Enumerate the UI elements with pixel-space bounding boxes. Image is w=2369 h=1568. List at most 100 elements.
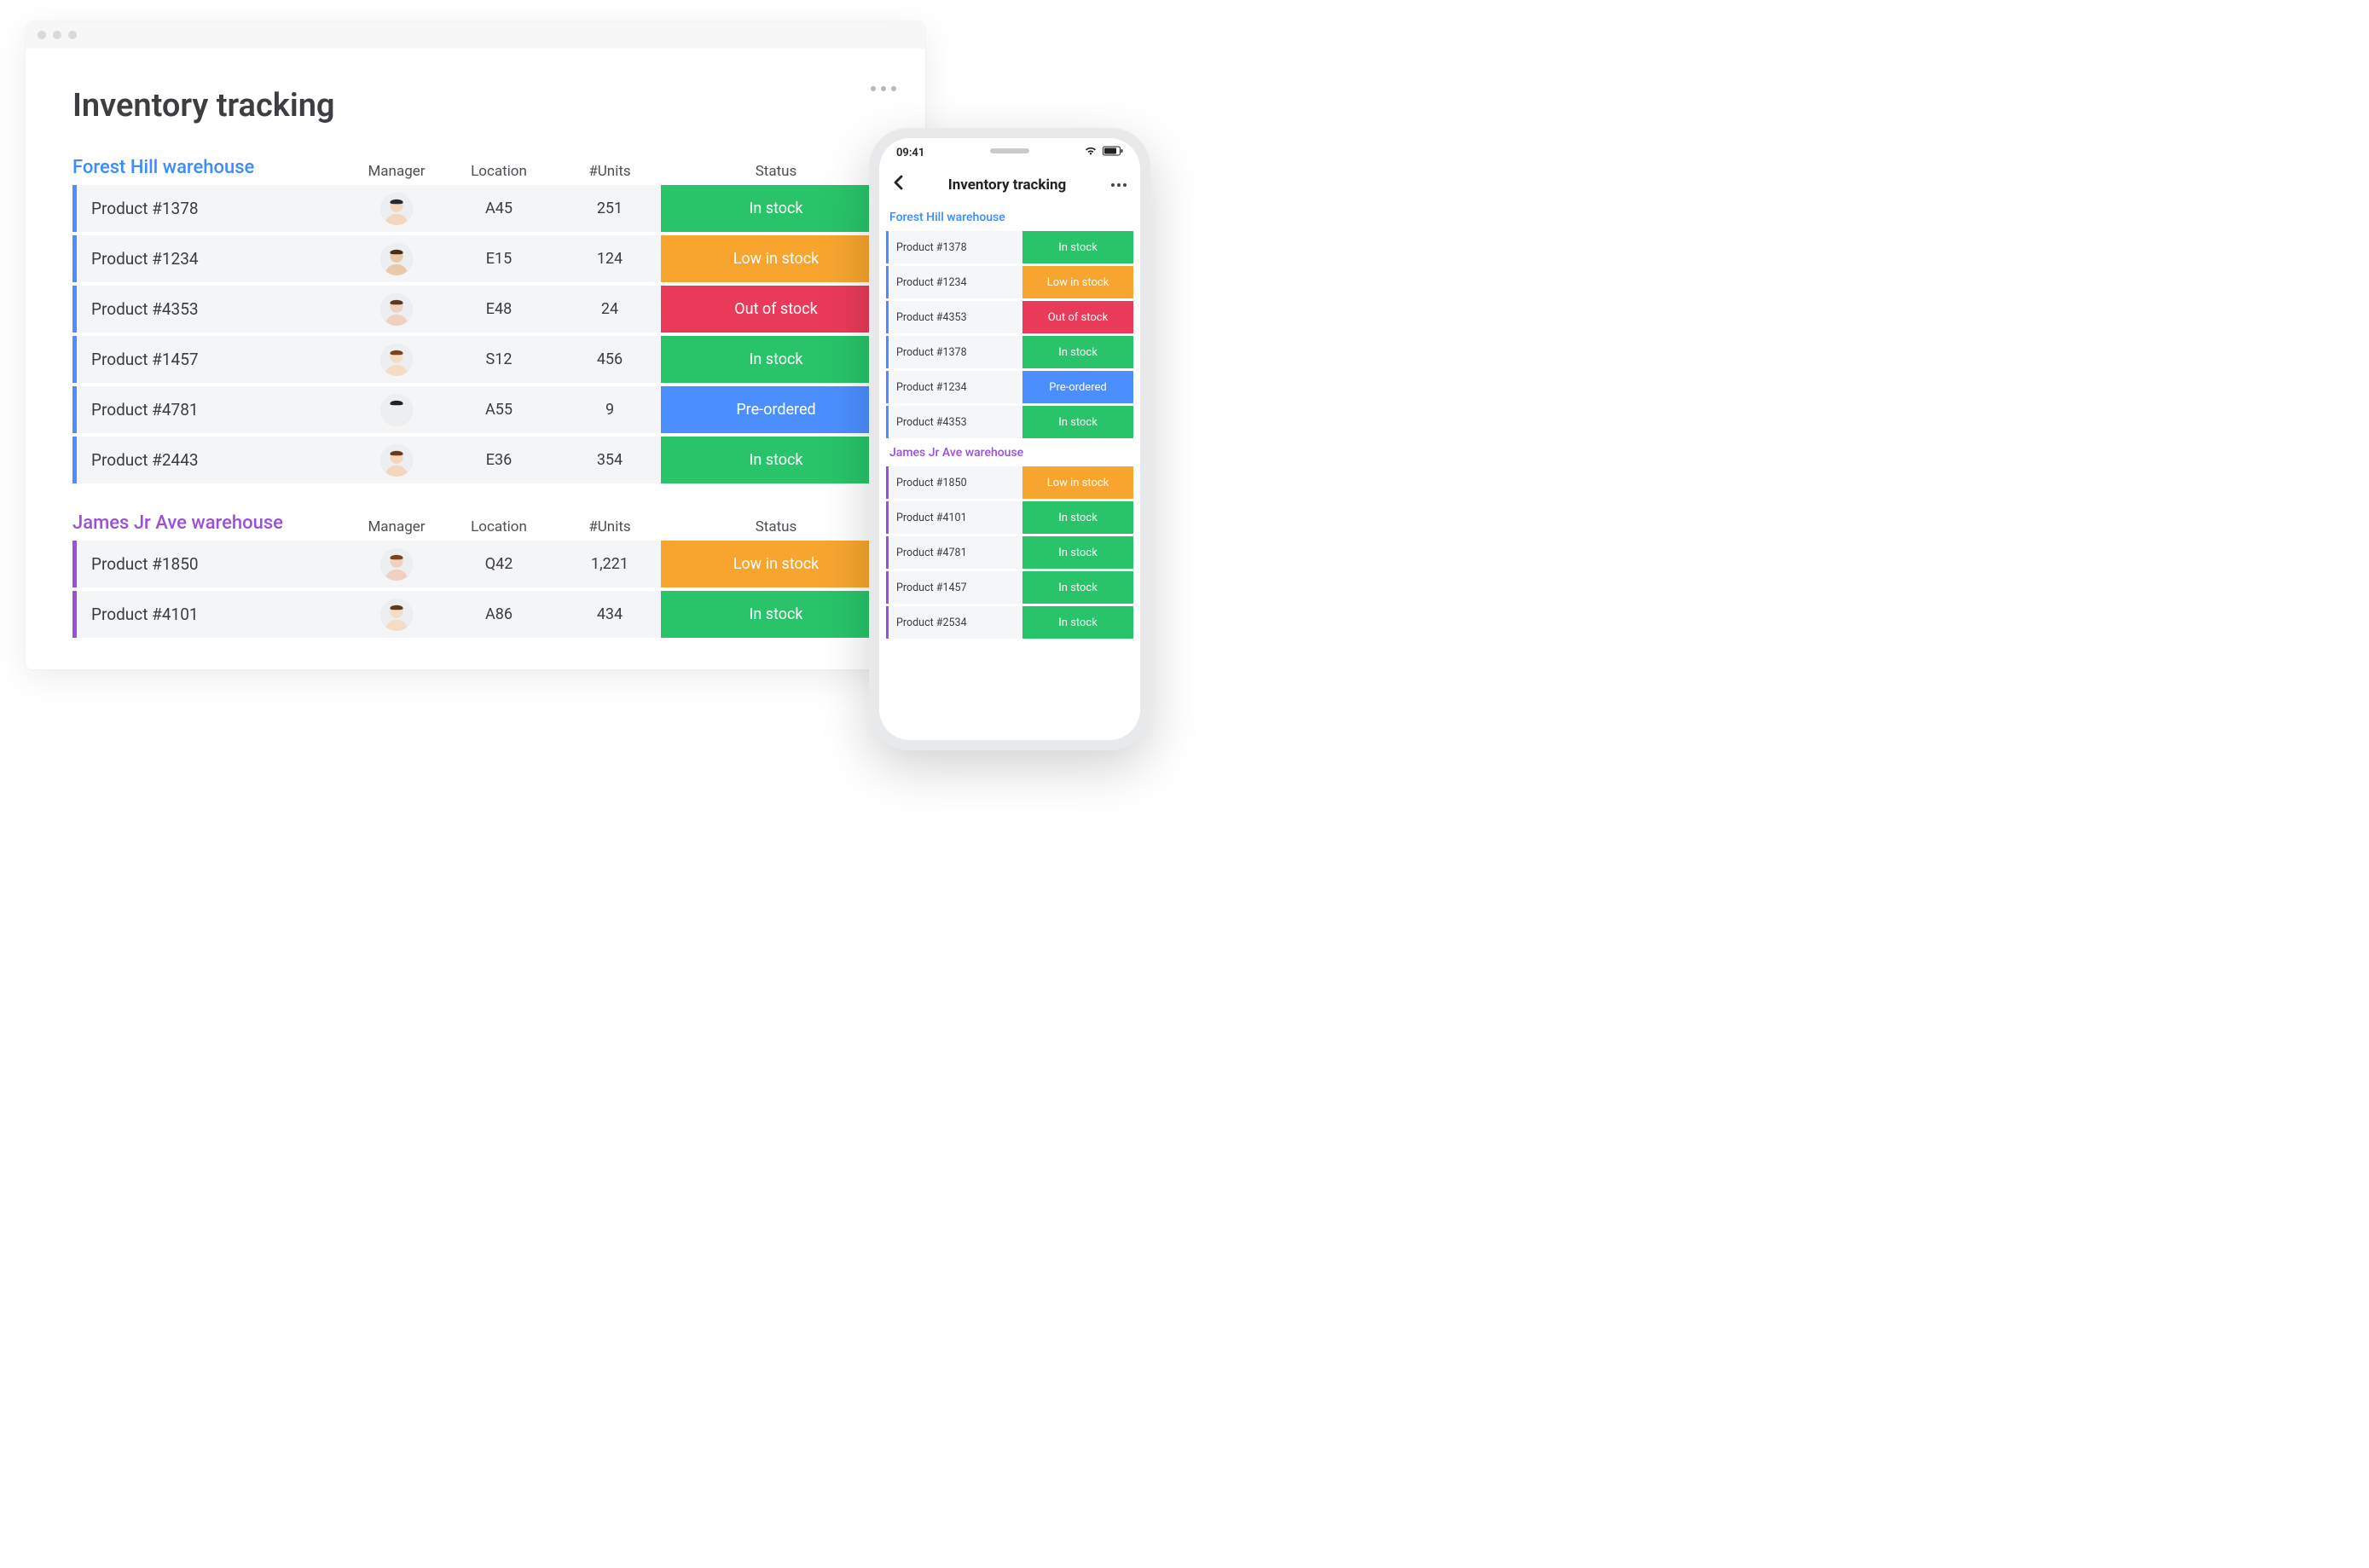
- warehouse-section: James Jr Ave warehouseManagerLocation#Un…: [72, 512, 891, 638]
- col-header-status: Status: [661, 518, 891, 535]
- desktop-body: Inventory tracking Forest Hill warehouse…: [26, 49, 925, 638]
- units-cell: 354: [559, 451, 661, 469]
- mobile-status-badge: In stock: [1022, 501, 1133, 534]
- back-button[interactable]: [893, 174, 903, 195]
- manager-cell: [354, 444, 439, 477]
- status-badge: In stock: [661, 336, 891, 383]
- mobile-table-row[interactable]: Product #1850Low in stock: [886, 466, 1133, 499]
- row-accent: [886, 336, 889, 368]
- phone-more-button[interactable]: [1111, 183, 1127, 187]
- desktop-window: Inventory tracking Forest Hill warehouse…: [26, 21, 925, 669]
- row-accent: [72, 541, 77, 587]
- status-badge: Pre-ordered: [661, 386, 891, 433]
- product-cell: Product #1378: [72, 199, 354, 218]
- warehouse-section: Forest Hill warehouseManagerLocation#Uni…: [72, 157, 891, 483]
- mobile-product-cell: Product #4781: [886, 536, 1022, 569]
- product-cell: Product #1234: [72, 249, 354, 269]
- location-cell: E15: [439, 250, 559, 268]
- manager-cell: [354, 293, 439, 326]
- mobile-status-badge: In stock: [1022, 406, 1133, 438]
- wifi-icon: [1084, 146, 1098, 159]
- row-accent: [886, 536, 889, 569]
- mobile-status-badge: In stock: [1022, 231, 1133, 263]
- table-row[interactable]: Product #4101A86434In stock: [72, 591, 891, 638]
- avatar-icon: [380, 599, 413, 631]
- mobile-table-row[interactable]: Product #1378In stock: [886, 231, 1133, 263]
- status-badge: In stock: [661, 185, 891, 232]
- mobile-status-badge: In stock: [1022, 571, 1133, 604]
- avatar-icon: [380, 193, 413, 225]
- location-cell: S12: [439, 350, 559, 368]
- mobile-product-cell: Product #4353: [886, 301, 1022, 333]
- units-cell: 251: [559, 200, 661, 217]
- col-header-units: #Units: [559, 163, 661, 180]
- phone-mockup: 09:41 Inventory tracking Forest Hill war…: [869, 128, 1150, 750]
- avatar-icon: [380, 243, 413, 275]
- manager-cell: [354, 243, 439, 275]
- mobile-product-cell: Product #1234: [886, 371, 1022, 403]
- row-accent: [72, 235, 77, 282]
- table-row[interactable]: Product #1378 A45251In stock: [72, 185, 891, 232]
- table-row[interactable]: Product #4353E4824Out of stock: [72, 286, 891, 333]
- table-row[interactable]: Product #2443E36354In stock: [72, 437, 891, 483]
- product-cell: Product #1457: [72, 350, 354, 369]
- mobile-table-row[interactable]: Product #1378In stock: [886, 336, 1133, 368]
- mobile-table-row[interactable]: Product #1234Pre-ordered: [886, 371, 1133, 403]
- phone-speaker: [990, 148, 1029, 153]
- mobile-product-cell: Product #1378: [886, 231, 1022, 263]
- table-row[interactable]: Product #1457S12456In stock: [72, 336, 891, 383]
- mobile-table-row[interactable]: Product #4781In stock: [886, 536, 1133, 569]
- row-accent: [886, 606, 889, 639]
- units-cell: 9: [559, 401, 661, 419]
- manager-cell: [354, 344, 439, 376]
- table-row[interactable]: Product #1234E15124Low in stock: [72, 235, 891, 282]
- mobile-table-row[interactable]: Product #4353Out of stock: [886, 301, 1133, 333]
- mobile-status-badge: Pre-ordered: [1022, 371, 1133, 403]
- mobile-section-title: James Jr Ave warehouse: [886, 441, 1133, 466]
- mobile-table-row[interactable]: Product #1457In stock: [886, 571, 1133, 604]
- row-accent: [72, 591, 77, 638]
- mobile-table-row[interactable]: Product #1234Low in stock: [886, 266, 1133, 298]
- manager-cell: [354, 193, 439, 225]
- status-badge: Low in stock: [661, 235, 891, 282]
- avatar-icon: [380, 394, 413, 426]
- statusbar-time: 09:41: [896, 147, 924, 159]
- manager-cell: [354, 548, 439, 581]
- row-accent: [72, 286, 77, 333]
- row-accent: [886, 406, 889, 438]
- col-header-location: Location: [439, 163, 559, 180]
- mobile-product-cell: Product #1378: [886, 336, 1022, 368]
- mobile-status-badge: Low in stock: [1022, 266, 1133, 298]
- mobile-status-badge: Out of stock: [1022, 301, 1133, 333]
- mobile-table-row[interactable]: Product #2534In stock: [886, 606, 1133, 639]
- table-row[interactable]: Product #4781A559Pre-ordered: [72, 386, 891, 433]
- window-chrome-dot: [38, 31, 46, 39]
- mobile-product-cell: Product #1850: [886, 466, 1022, 499]
- section-title: James Jr Ave warehouse: [72, 512, 354, 534]
- mobile-table-row[interactable]: Product #4353In stock: [886, 406, 1133, 438]
- location-cell: A55: [439, 401, 559, 419]
- battery-icon: [1103, 146, 1123, 159]
- col-header-manager: Manager: [354, 163, 439, 180]
- row-accent: [886, 301, 889, 333]
- product-cell: Product #2443: [72, 450, 354, 470]
- mobile-product-cell: Product #1457: [886, 571, 1022, 604]
- status-badge: Low in stock: [661, 541, 891, 587]
- row-accent: [886, 501, 889, 534]
- mobile-table-row[interactable]: Product #4101In stock: [886, 501, 1133, 534]
- row-accent: [886, 231, 889, 263]
- product-cell: Product #4353: [72, 299, 354, 319]
- manager-cell: [354, 394, 439, 426]
- window-chrome-dot: [68, 31, 77, 39]
- mobile-product-cell: Product #1234: [886, 266, 1022, 298]
- table-row[interactable]: Product #1850Q421,221Low in stock: [72, 541, 891, 587]
- avatar-icon: [380, 293, 413, 326]
- units-cell: 434: [559, 605, 661, 623]
- more-button[interactable]: [871, 86, 896, 91]
- mobile-status-badge: In stock: [1022, 336, 1133, 368]
- mobile-section-title: Forest Hill warehouse: [886, 205, 1133, 231]
- location-cell: A45: [439, 200, 559, 217]
- row-accent: [72, 336, 77, 383]
- col-header-units: #Units: [559, 518, 661, 535]
- mobile-status-badge: In stock: [1022, 606, 1133, 639]
